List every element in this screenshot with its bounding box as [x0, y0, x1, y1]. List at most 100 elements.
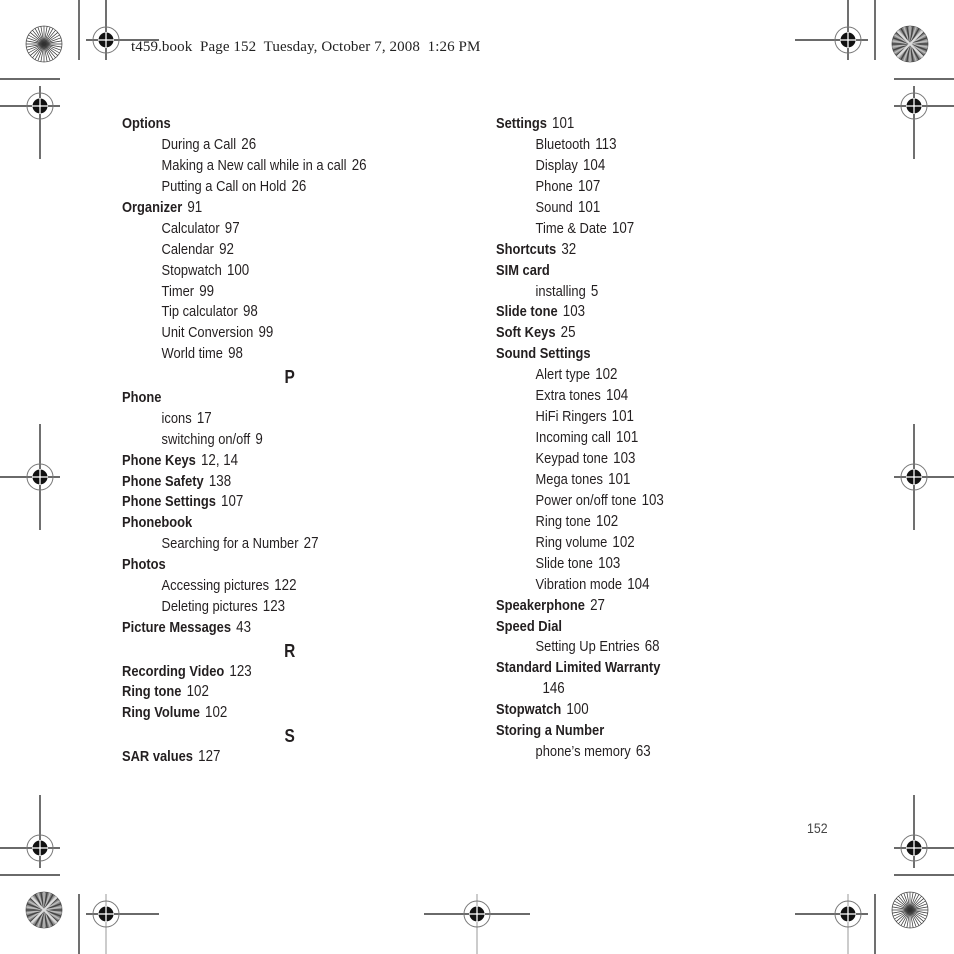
index-page-reference: 26 [241, 135, 257, 153]
index-entry: Sound Settings [496, 344, 788, 365]
index-page-reference: 103 [613, 450, 636, 467]
index-entry: Photos [122, 555, 414, 576]
index-entry: Recording Video 123 [122, 662, 414, 683]
index-term: Accessing pictures [161, 577, 270, 595]
index-subentry: Ring tone 102 [496, 512, 788, 533]
index-entry: Slide tone 103 [496, 302, 788, 323]
index-term: Tip calculator [161, 303, 238, 321]
index-term: installing [535, 282, 586, 300]
index-page-reference: 103 [562, 303, 586, 321]
index-page-reference: 92 [219, 240, 234, 258]
index-page-reference: 101 [552, 115, 575, 132]
index-page-reference: 27 [303, 535, 319, 553]
index-term: Phone Settings [122, 493, 216, 511]
index-page-reference: 26 [291, 177, 307, 195]
index-subentry: Deleting pictures 123 [122, 597, 414, 618]
index-entry: Phone Keys 12, 14 [122, 451, 414, 472]
index-term: Ring volume [535, 533, 608, 551]
index-entry: SIM card [496, 261, 788, 282]
index-entry: Ring tone 102 [122, 682, 414, 703]
index-subentry: Setting Up Entries 68 [496, 637, 788, 658]
index-page-reference: 104 [627, 575, 650, 593]
index-term: Ring tone [122, 683, 182, 701]
index-subentry: Mega tones 101 [496, 470, 788, 491]
index-subentry: Time & Date 107 [496, 219, 788, 240]
index-subentry: Vibration mode 104 [496, 575, 788, 596]
index-page: t459.book Page 152 Tuesday, October 7, 2… [0, 0, 954, 954]
color-wheel-mark-top-right [891, 25, 929, 63]
index-section-letter: P [284, 367, 295, 388]
index-term: Incoming call [535, 429, 611, 447]
index-page-reference: 17 [196, 409, 212, 427]
index-term: Timer [161, 282, 195, 300]
index-term: Settings [496, 115, 547, 132]
page-number: 152 [807, 820, 828, 836]
index-page-reference: 5 [590, 282, 599, 300]
index-term: Soft Keys [496, 324, 556, 342]
index-subentry: 146 [496, 679, 788, 700]
index-entry: Options [122, 114, 414, 135]
index-page-reference: 101 [616, 429, 639, 447]
index-page-reference: 63 [635, 743, 651, 761]
index-term: Unit Conversion [161, 324, 254, 342]
index-page-reference: 103 [598, 554, 621, 572]
index-page-reference: 100 [566, 701, 589, 719]
index-term: Deleting pictures [161, 598, 258, 616]
index-term: HiFi Ringers [535, 408, 607, 426]
index-term: Setting Up Entries [535, 638, 640, 656]
index-subentry: Phone 107 [496, 177, 788, 198]
index-subentry: icons 17 [122, 409, 414, 430]
index-page-reference: 102 [612, 533, 635, 551]
index-entry: Phonebook [122, 513, 414, 534]
index-page-reference: 97 [224, 219, 240, 237]
index-term: Keypad tone [535, 450, 609, 467]
index-entry: Standard Limited Warranty [496, 658, 788, 679]
index-page-reference: 32 [561, 240, 577, 258]
index-term: Calculator [161, 219, 220, 237]
index-page-reference: 43 [236, 619, 251, 637]
index-column-right: Settings 101 Bluetooth 113 Display 104 Phone 10… [496, 114, 836, 763]
index-term: World time [161, 345, 223, 363]
index-term: Phone Keys [122, 451, 196, 469]
index-entry: Shortcuts 32 [496, 240, 788, 261]
index-entry: Storing a Number [496, 721, 788, 742]
index-page-reference: 98 [228, 345, 243, 363]
index-term: icons [161, 409, 192, 427]
index-entry: SAR values 127 [122, 747, 414, 768]
index-subentry: HiFi Ringers 101 [496, 407, 788, 428]
index-term: Bluetooth [535, 135, 591, 153]
index-page-reference: 101 [578, 198, 601, 216]
index-subentry: Display 104 [496, 156, 788, 177]
index-entry: Soft Keys 25 [496, 323, 788, 344]
index-entry: Speakerphone 27 [496, 596, 788, 617]
index-term: Vibration mode [535, 575, 623, 593]
index-subentry: Timer 99 [122, 282, 414, 303]
index-subentry: World time 98 [122, 344, 414, 365]
index-page-reference: 98 [242, 303, 258, 321]
index-subentry: installing 5 [496, 282, 788, 303]
index-term: Phone [535, 177, 573, 195]
index-subentry: Calculator 97 [122, 219, 414, 240]
index-page-reference: 102 [205, 704, 228, 722]
index-page-reference: 123 [229, 662, 252, 680]
index-entry: Picture Messages 43 [122, 618, 414, 639]
index-subentry: Stopwatch 100 [122, 261, 414, 282]
index-term: phone’s memory [535, 743, 631, 761]
index-page-reference: 123 [262, 598, 286, 616]
index-term: Mega tones [535, 470, 603, 488]
index-term: Phone [122, 388, 162, 406]
index-subentry: Slide tone 103 [496, 554, 788, 575]
index-subentry: Making a New call while in a call 26 [122, 156, 414, 177]
index-term: Recording Video [122, 662, 225, 680]
index-entry: Settings 101 [496, 114, 788, 135]
index-term: Sound [535, 198, 573, 216]
index-term: Alert type [535, 366, 591, 384]
index-term: Storing a Number [496, 722, 605, 740]
index-subentry: Putting a Call on Hold 26 [122, 177, 414, 198]
index-entry: Phone [122, 388, 414, 409]
index-term: Photos [122, 556, 166, 574]
index-subentry: Searching for a Number 27 [122, 534, 414, 555]
index-term: Phonebook [122, 514, 193, 532]
index-subentry: Unit Conversion 99 [122, 323, 414, 344]
index-subentry: Ring volume 102 [496, 533, 788, 554]
